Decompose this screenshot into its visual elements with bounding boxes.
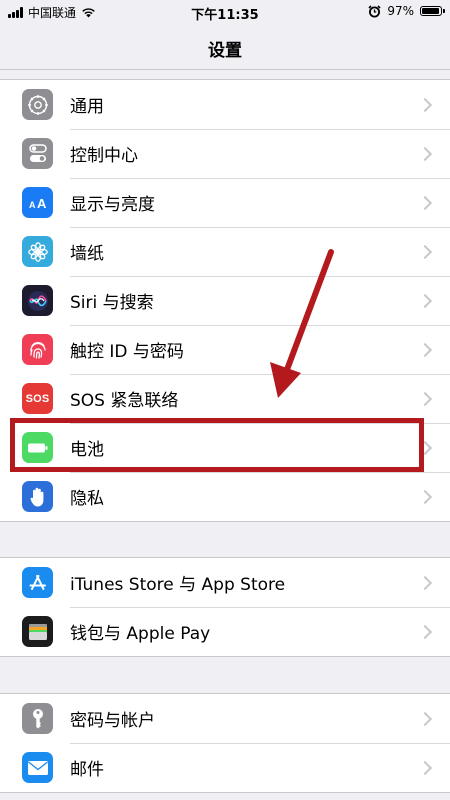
annotation-arrow <box>270 249 334 398</box>
